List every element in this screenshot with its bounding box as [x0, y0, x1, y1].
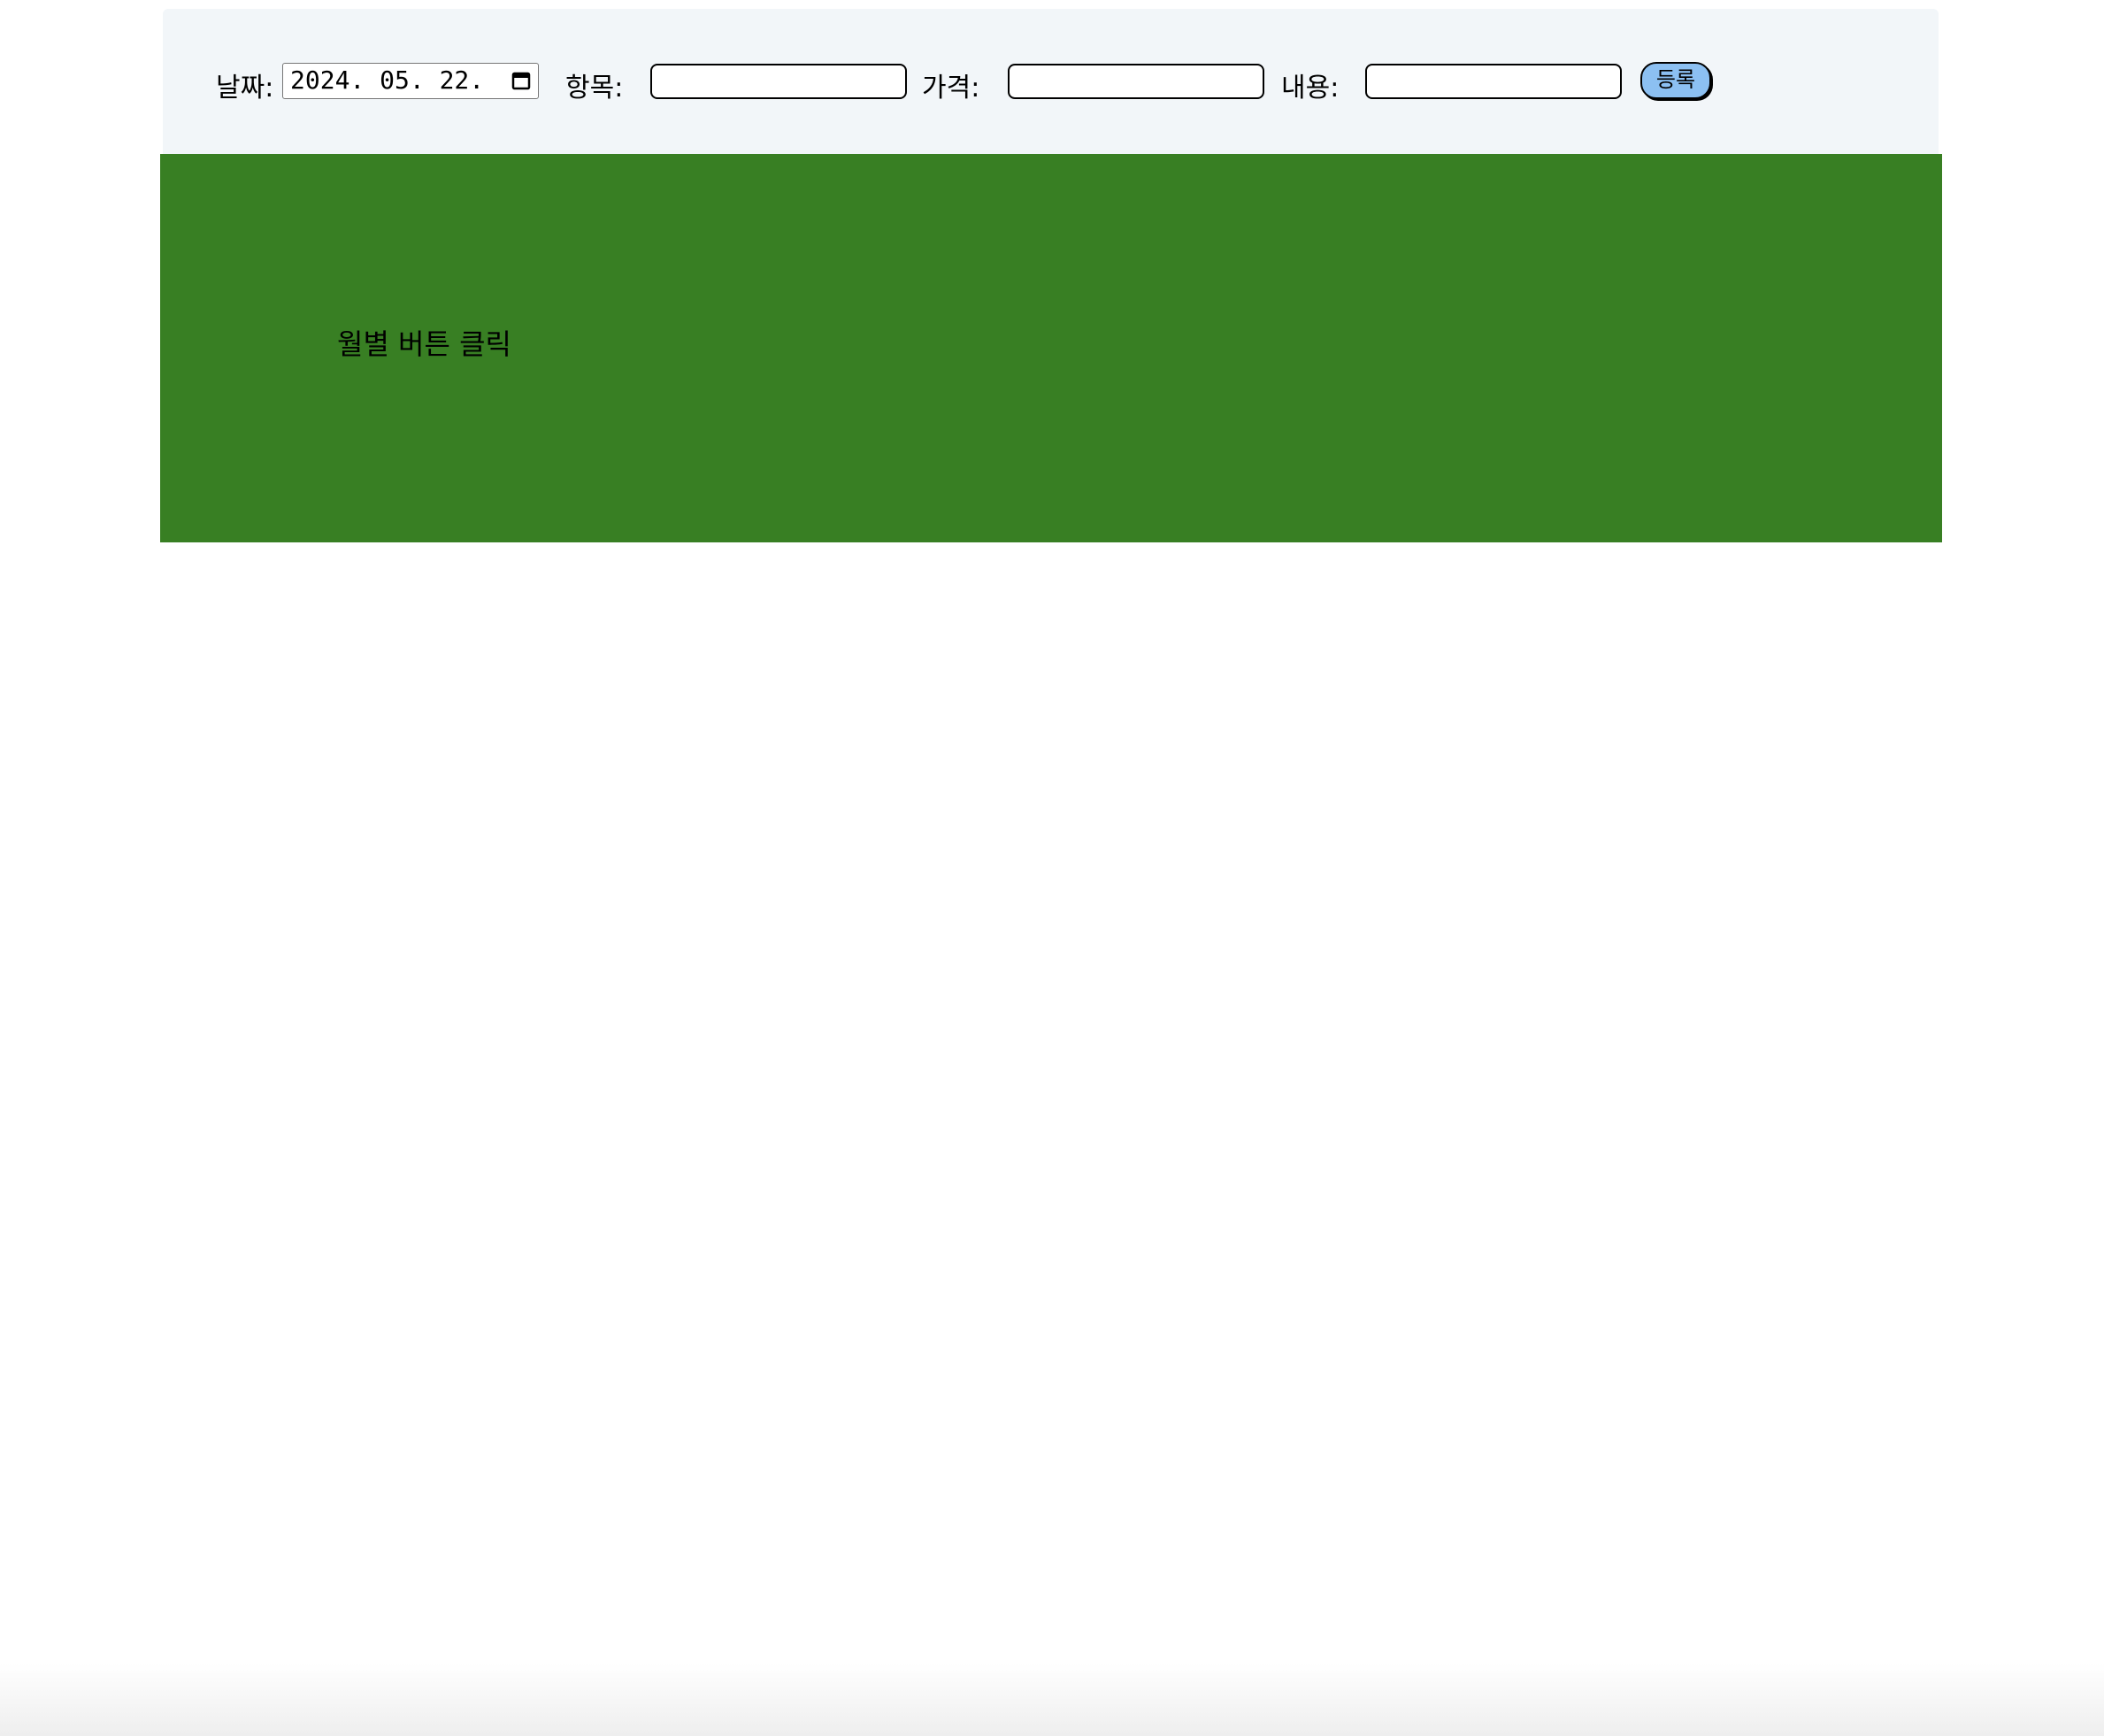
- date-label: 날짜:: [216, 73, 274, 104]
- content-label: 내용:: [1281, 73, 1340, 104]
- date-input[interactable]: 2024. 05. 22.: [282, 63, 539, 99]
- submit-button[interactable]: 등록: [1640, 62, 1711, 99]
- monthly-panel: 월별 버튼 클릭: [160, 154, 1942, 542]
- item-label: 항목:: [565, 73, 624, 104]
- price-input[interactable]: [1008, 64, 1264, 99]
- entry-form: 날짜: 2024. 05. 22. 항목: 가격: 내용: 등록: [163, 9, 1939, 154]
- date-value: 2024. 05. 22.: [290, 65, 485, 95]
- item-input[interactable]: [650, 64, 907, 99]
- form-field-row: 날짜: 2024. 05. 22. 항목: 가격: 내용: 등록: [163, 9, 1939, 154]
- content-input[interactable]: [1365, 64, 1622, 99]
- bottom-shadow: [0, 1663, 2104, 1736]
- panel-message: 월별 버튼 클릭: [337, 327, 511, 361]
- page: 날짜: 2024. 05. 22. 항목: 가격: 내용: 등록 월별 버튼 클…: [0, 0, 2104, 1736]
- calendar-icon[interactable]: [511, 71, 531, 90]
- price-label: 가격:: [922, 73, 980, 104]
